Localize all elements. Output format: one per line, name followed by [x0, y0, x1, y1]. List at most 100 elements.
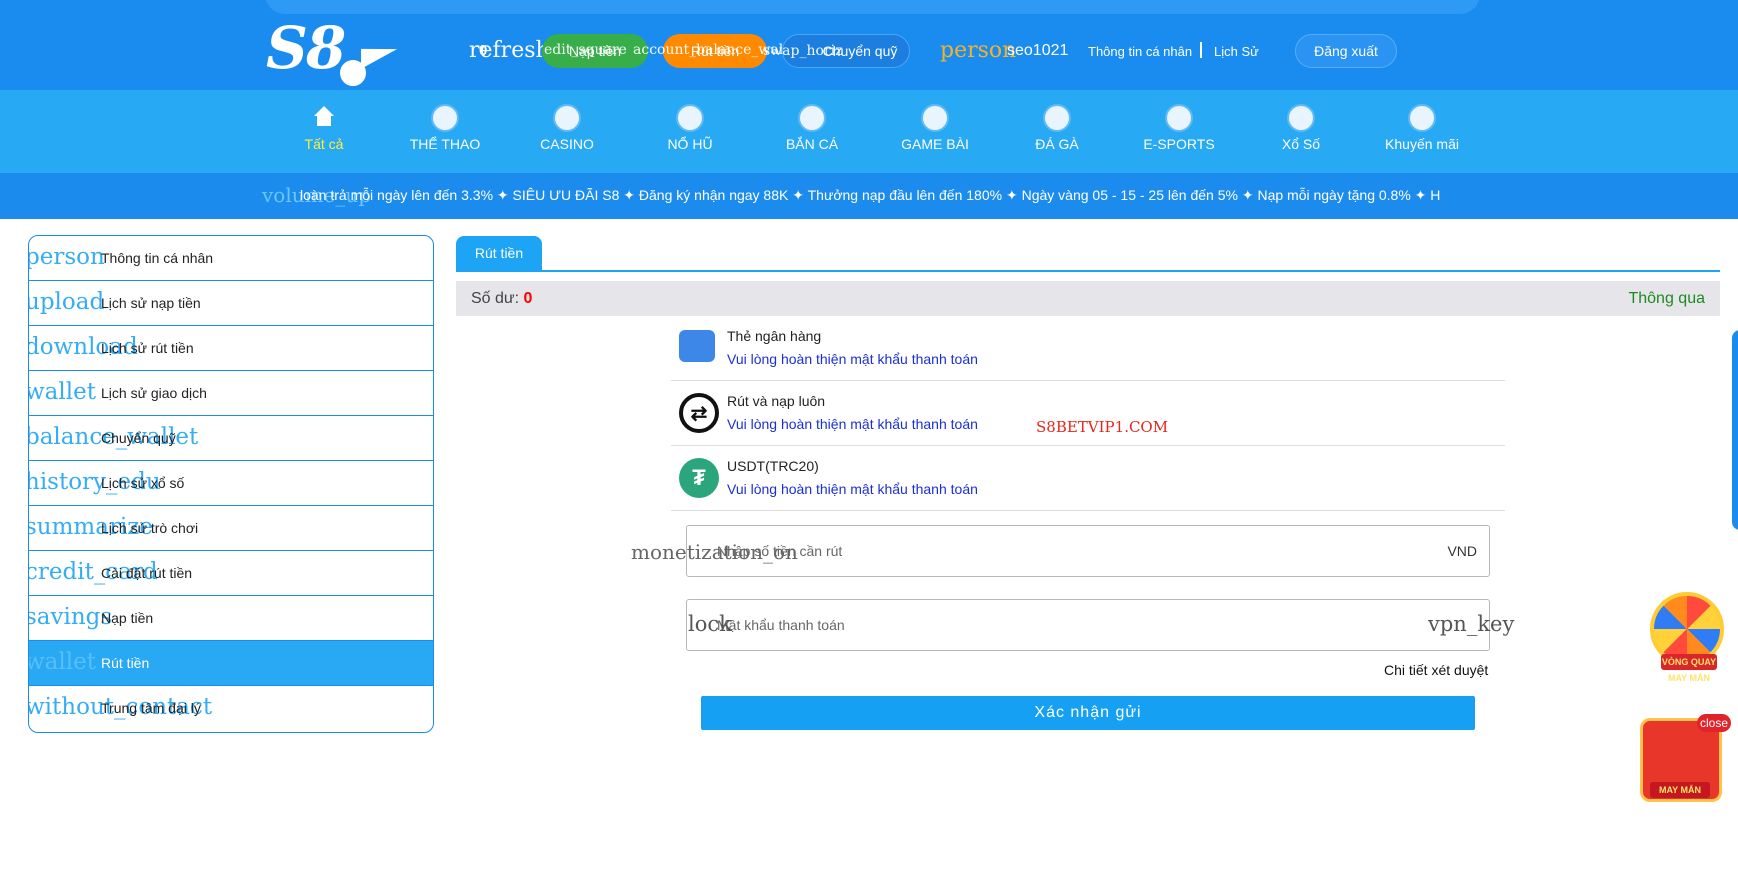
swap-icon: ⇄ — [679, 393, 719, 433]
balance-label: Số dư: — [471, 290, 520, 307]
sidebar-item-label: Lịch sử xổ số — [101, 475, 185, 491]
spade-icon — [553, 104, 581, 132]
vpn-key-icon[interactable]: vpn_key — [1428, 612, 1514, 636]
nav-item-all[interactable]: Tất cả — [264, 90, 384, 173]
nav-label: Xổ Số — [1281, 136, 1321, 152]
amount-input[interactable] — [717, 540, 1417, 562]
logo-text: S8 — [266, 14, 346, 82]
account-sidebar: person Thông tin cá nhân upload Lịch sử … — [28, 235, 434, 733]
payment-password-input[interactable] — [717, 614, 1417, 636]
logout-button[interactable]: Đăng xuất — [1295, 34, 1397, 68]
lucky-envelope-label: MAY MẮN — [1650, 782, 1710, 798]
submit-button[interactable]: Xác nhận gửi — [701, 696, 1475, 730]
nav-item-card-games[interactable]: GAME BÀI — [875, 90, 995, 173]
sidebar-item-label: Nạp tiền — [101, 610, 154, 626]
nav-label: NỔ HŨ — [667, 136, 713, 152]
method-usdt[interactable]: ₮ USDT(TRC20) Vui lòng hoàn thiện mật kh… — [671, 446, 1505, 511]
savings-icon: savings — [28, 604, 113, 630]
close-promo-button[interactable]: close — [1697, 714, 1731, 732]
amount-field[interactable]: VND — [686, 525, 1490, 577]
method-name: Thẻ ngân hàng — [727, 328, 822, 344]
top-header: S8 refresh 0 edit_square Nạp tiền accoun… — [0, 0, 1738, 90]
sidebar-item-agent-center[interactable]: without_contact Trung tâm đại lý — [29, 686, 433, 731]
sidebar-item-profile[interactable]: person Thông tin cá nhân — [29, 236, 433, 281]
sidebar-item-deposit-history[interactable]: upload Lịch sử nạp tiền — [29, 281, 433, 326]
nav-label: THỂ THAO — [409, 136, 481, 152]
sidebar-item-withdraw[interactable]: wallet Rút tiền — [29, 641, 433, 686]
nav-item-cockfight[interactable]: ĐÁ GÀ — [997, 90, 1117, 173]
method-hint[interactable]: Vui lòng hoàn thiện mật khẩu thanh toán — [727, 481, 978, 497]
profile-link[interactable]: Thông tin cá nhân — [1088, 44, 1192, 59]
gift-icon — [1408, 104, 1436, 132]
lock-icon: lock — [688, 612, 732, 636]
nav-item-slots[interactable]: NỔ HŨ — [630, 90, 750, 173]
sidebar-item-game-history[interactable]: summarize Lịch sử trò chơi — [29, 506, 433, 551]
balance-row: Số dư: 0 Thông qua — [456, 281, 1720, 316]
history-link[interactable]: Lịch Sử — [1214, 44, 1259, 59]
slot-machine-icon — [676, 104, 704, 132]
deposit-label: Nạp tiền — [568, 43, 622, 59]
transfer-label: Chuyển quỹ — [822, 43, 898, 59]
sidebar-item-label: Lịch sử giao dịch — [101, 385, 207, 401]
sidebar-item-label: Lịch sử trò chơi — [101, 520, 199, 536]
marquee-text: loàn trả mỗi ngày lên đến 3.3% ✦ SIÊU ƯU… — [300, 187, 1441, 203]
method-hint[interactable]: Vui lòng hoàn thiện mật khẩu thanh toán — [727, 416, 978, 432]
sidebar-item-label: Lịch sử rút tiền — [101, 340, 194, 356]
lucky-wheel-label: VÒNG QUAY MAY MẮN — [1661, 654, 1717, 683]
balance-text: Số dư: 0 — [471, 290, 532, 308]
upload-icon: upload — [28, 289, 105, 315]
nav-label: ĐÁ GÀ — [1035, 136, 1079, 152]
method-instant-withdraw[interactable]: ⇄ Rút và nạp luôn Vui lòng hoàn thiện mậ… — [671, 381, 1505, 446]
bank-card-icon — [679, 330, 715, 362]
nav-label: BẮN CÁ — [785, 136, 839, 152]
username: seo1021 — [1007, 42, 1069, 59]
tether-icon: ₮ — [679, 458, 719, 498]
method-bank-card[interactable]: Thẻ ngân hàng Vui lòng hoàn thiện mật kh… — [671, 316, 1505, 381]
sidebar-item-label: Chuyển quỹ — [101, 430, 176, 446]
method-name: Rút và nạp luôn — [727, 393, 826, 409]
monetization-on-icon: monetization_on — [631, 540, 798, 564]
nav-item-fishing[interactable]: BẮN CÁ — [752, 90, 872, 173]
sidebar-item-lottery-history[interactable]: history_edu Lịch sử xổ số — [29, 461, 433, 506]
sidebar-item-transfer[interactable]: balance_wallet Chuyển quỹ — [29, 416, 433, 461]
withdraw-label: Rút tiền — [690, 43, 740, 59]
method-hint[interactable]: Vui lòng hoàn thiện mật khẩu thanh toán — [727, 351, 978, 367]
sidebar-item-transactions[interactable]: wallet Lịch sử giao dịch — [29, 371, 433, 416]
withdraw-button[interactable]: account_balance_wallet Rút tiền — [633, 34, 802, 68]
nav-item-casino[interactable]: CASINO — [507, 90, 627, 173]
nav-label: CASINO — [540, 136, 594, 152]
sidebar-item-withdraw-settings[interactable]: credit_card Cài đặt rút tiền — [29, 551, 433, 596]
wallet-icon: wallet — [28, 379, 96, 405]
chess-pawn-icon — [921, 104, 949, 132]
sidebar-item-deposit[interactable]: savings Nạp tiền — [29, 596, 433, 641]
balance-value: 0 — [523, 290, 533, 307]
header-divider — [1200, 42, 1202, 58]
transfer-button[interactable]: swap_horiz Chuyển quỹ — [763, 34, 910, 68]
wallet-icon: wallet — [28, 649, 96, 675]
sidebar-item-label: Thông tin cá nhân — [101, 250, 214, 266]
tab-withdraw[interactable]: Rút tiền — [456, 236, 542, 270]
top-info-strip — [265, 0, 1480, 14]
nav-item-lottery[interactable]: Xổ Số — [1241, 90, 1361, 173]
nav-label: Tất cả — [304, 136, 344, 152]
nav-item-promotions[interactable]: Khuyến mãi — [1362, 90, 1482, 173]
withdraw-method-list: Thẻ ngân hàng Vui lòng hoàn thiện mật kh… — [671, 316, 1505, 511]
sidebar-item-label: Trung tâm đại lý — [101, 700, 201, 716]
wing-icon — [361, 39, 397, 69]
nav-label: GAME BÀI — [901, 136, 969, 152]
sidebar-item-withdraw-history[interactable]: download Lịch sử rút tiền — [29, 326, 433, 371]
nav-item-sports[interactable]: THỂ THAO — [385, 90, 505, 173]
soccer-ball-icon — [431, 104, 459, 132]
currency-unit: VND — [1447, 543, 1477, 559]
s8-logo[interactable]: S8 — [266, 14, 397, 90]
payment-password-field[interactable] — [686, 599, 1490, 651]
review-details-link[interactable]: Chi tiết xét duyệt — [1384, 662, 1488, 678]
rooster-icon — [1043, 104, 1071, 132]
side-edge-tab[interactable] — [1732, 330, 1738, 530]
status-badge: Thông qua — [1628, 290, 1705, 307]
home-icon — [310, 104, 338, 132]
nav-item-esports[interactable]: E-SPORTS — [1119, 90, 1239, 173]
gamepad-icon — [1165, 104, 1193, 132]
method-name: USDT(TRC20) — [727, 458, 819, 474]
sidebar-item-label: Rút tiền — [101, 655, 150, 671]
